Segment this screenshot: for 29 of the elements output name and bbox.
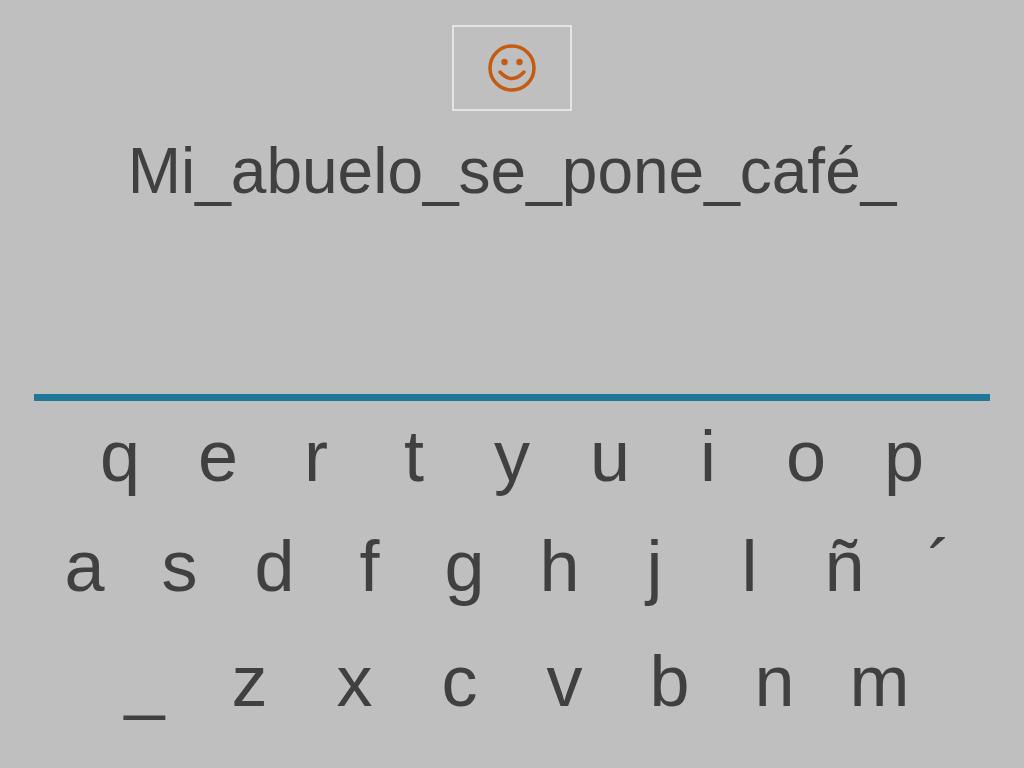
letter-key[interactable]: q	[71, 414, 169, 498]
letter-key[interactable]: g	[417, 524, 512, 608]
letter-key[interactable]: a	[37, 524, 132, 608]
letter-key[interactable]: u	[561, 414, 659, 498]
letter-key[interactable]: _	[92, 639, 197, 723]
letter-key[interactable]: n	[722, 639, 827, 723]
letter-key[interactable]: m	[827, 639, 932, 723]
letter-key[interactable]: r	[267, 414, 365, 498]
letter-key[interactable]: o	[757, 414, 855, 498]
letter-key[interactable]: c	[407, 639, 512, 723]
letter-key[interactable]: t	[365, 414, 463, 498]
letter-key[interactable]: j	[607, 524, 702, 608]
letter-key[interactable]: x	[302, 639, 407, 723]
letter-key[interactable]: ´	[892, 524, 987, 608]
sentence-text: Mi_abuelo_se_pone_café_	[127, 134, 897, 209]
letter-key[interactable]: ñ	[797, 524, 892, 608]
letter-key[interactable]: y	[463, 414, 561, 498]
letter-key[interactable]: e	[169, 414, 267, 498]
letter-key[interactable]: f	[322, 524, 417, 608]
letter-key[interactable]: i	[659, 414, 757, 498]
letter-key[interactable]: d	[227, 524, 322, 608]
letter-key[interactable]: h	[512, 524, 607, 608]
letter-key[interactable]: p	[855, 414, 953, 498]
letter-key[interactable]: b	[617, 639, 722, 723]
letter-key[interactable]: l	[702, 524, 797, 608]
smiley-icon[interactable]	[487, 43, 537, 93]
letter-key[interactable]: s	[132, 524, 227, 608]
letter-key[interactable]: z	[197, 639, 302, 723]
letter-key[interactable]: v	[512, 639, 617, 723]
